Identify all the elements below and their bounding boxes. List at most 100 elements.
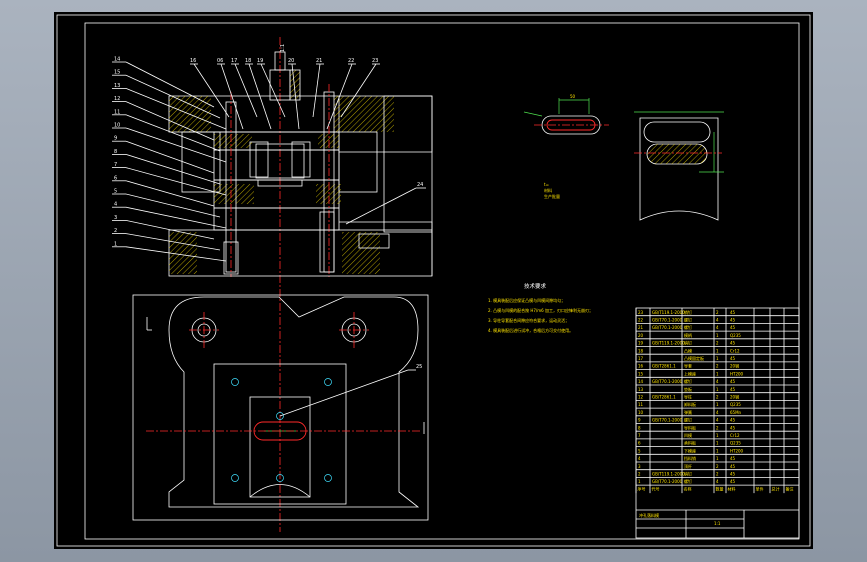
callout-top-label: 18 — [245, 58, 251, 64]
table-cell: GB/T119.1-2000 — [652, 472, 685, 477]
table-row: 6 承料板 1 Q235 — [636, 440, 799, 448]
table-cell: 垫板 — [684, 386, 692, 392]
table-header-cell: 材料 — [728, 486, 736, 492]
table-cell: 销钉 — [684, 340, 692, 346]
table-cell: 45 — [730, 379, 736, 384]
part-note-1: t= — [544, 182, 549, 187]
table-cell: 3 — [638, 464, 641, 469]
table-cell: 9 — [638, 418, 641, 423]
callout-left-label: 2 — [114, 228, 117, 234]
table-cell: GB/T70.1-2000 — [652, 418, 683, 423]
table-cell: 45 — [730, 356, 736, 361]
shank-callout: 1:1 — [280, 44, 286, 52]
callout-top-18: 18 — [245, 58, 272, 130]
table-cell: 6 — [638, 441, 641, 446]
table-cell: 17 — [638, 356, 644, 361]
section-view — [168, 37, 433, 532]
table-cell: 上模座 — [684, 370, 696, 376]
table-cell: 45 — [730, 464, 736, 469]
callout-left-label: 4 — [114, 202, 117, 208]
technical-notes: 技术要求 1. 模具装配后应保证凸模与凹模间隙均匀； 2. 凸模与凹模的配合按 … — [488, 282, 593, 333]
table-cell: 18 — [638, 348, 644, 353]
title-block: 冲孔落料模 1:1 — [636, 509, 799, 538]
table-cell: 1 — [638, 479, 641, 484]
table-cell: 1 — [716, 387, 719, 392]
table-cell: 45 — [730, 425, 736, 430]
callout-top-label: 22 — [348, 58, 354, 64]
callout-left-4: 4 — [112, 202, 227, 229]
table-cell: 1 — [716, 456, 719, 461]
table-header-cell: 代号 — [652, 486, 660, 492]
table-cell: 导柱 — [684, 394, 692, 400]
dim-label: 50 — [570, 94, 576, 99]
table-cell: 45 — [730, 418, 736, 423]
callout-left-9: 9 — [112, 136, 215, 174]
callout-left-label: 8 — [114, 149, 117, 155]
table-cell: 销钉 — [684, 309, 692, 315]
callout-left-label: 1 — [114, 241, 117, 247]
table-cell: 螺钉 — [684, 324, 692, 330]
table-row: 15 上模座 1 HT200 — [636, 370, 799, 378]
table-cell: HT200 — [730, 371, 744, 376]
note-line-3: 3. 导柱导套配合间隙应符合要求，运动灵活； — [488, 317, 569, 323]
table-cell: GB/T2861.1 — [652, 395, 676, 400]
table-cell: 19 — [638, 341, 644, 346]
table-row: 1 GB/T70.1-2000 螺钉 4 45 — [636, 478, 799, 486]
table-cell: 15 — [638, 371, 644, 376]
table-cell: 10 — [638, 410, 644, 415]
table-cell: 45 — [730, 325, 736, 330]
callout-top-label: 16 — [190, 58, 196, 64]
callout-left-label: 10 — [114, 123, 120, 129]
table-cell: 23 — [638, 310, 644, 315]
callout-top-label: 19 — [257, 58, 263, 64]
part-note-2: 材料 — [544, 187, 552, 193]
table-cell: 2 — [716, 395, 719, 400]
table-cell: 挡料销 — [684, 455, 696, 461]
callout-top-06: 06 — [217, 58, 244, 130]
callout-left-6: 6 — [112, 175, 215, 207]
formed-part-view — [634, 111, 724, 221]
table-cell: 14 — [638, 379, 644, 384]
callout-top-label: 17 — [231, 58, 237, 64]
callout-left-14: 14 — [112, 57, 215, 108]
table-cell: 5 — [638, 448, 641, 453]
table-cell: 1 — [716, 448, 719, 453]
table-cell: 弹簧 — [684, 409, 692, 415]
note-line-4: 4. 模具装配后进行试冲，合格后方可交付使用。 — [488, 327, 573, 333]
table-cell: 2 — [716, 310, 719, 315]
cad-drawing: 141513121110987654321 16 06 17 18 19 20 21 22 23… — [56, 14, 811, 547]
table-cell: 1 — [716, 402, 719, 407]
callout-24: 24 — [345, 182, 426, 225]
table-cell: 20 — [638, 333, 644, 338]
part-notes: t= 材料 生产批量 — [544, 182, 560, 199]
table-cell: Cr12 — [730, 433, 740, 438]
table-cell: 13 — [638, 387, 644, 392]
callout-top-label: 23 — [372, 58, 378, 64]
table-cell: 21 — [638, 325, 644, 330]
title-block-scale: 1:1 — [714, 521, 721, 526]
table-row: 9 GB/T70.1-2000 螺钉 4 45 — [636, 417, 799, 424]
table-cell: 1 — [716, 433, 719, 438]
table-row: 17 凸模固定板 1 45 — [636, 355, 799, 363]
parts-table: 23 GB/T119.1-2000 销钉 2 4522 GB/T70.1-2000 螺钉 4 4… — [635, 307, 800, 539]
table-cell: GB/T119.1-2000 — [652, 341, 685, 346]
table-cell: Q235 — [730, 333, 741, 338]
callout-left-15: 15 — [112, 70, 221, 119]
table-cell: 凸模 — [684, 347, 692, 353]
table-cell: 卸料板 — [684, 401, 696, 407]
cad-viewport[interactable]: 14 15 13 12 11 10 9 8 7 6 5 4 3 2 1 16 06 17 18 19 20 21 22 23… — [54, 12, 813, 549]
table-cell: 螺钉 — [684, 417, 692, 423]
table-cell: 导料板 — [684, 424, 696, 430]
table-cell: 4 — [716, 318, 719, 323]
table-cell: 4 — [716, 379, 719, 384]
table-cell: Q235 — [730, 441, 741, 446]
table-cell: 1 — [716, 333, 719, 338]
table-row: 23 GB/T119.1-2000 销钉 2 45 — [636, 309, 799, 317]
table-cell: 20钢 — [730, 363, 739, 369]
table-cell: 45 — [730, 318, 736, 323]
table-cell: 45 — [730, 472, 736, 477]
callout-left-label: 3 — [114, 215, 117, 221]
table-row: 11 卸料板 1 Q235 — [636, 401, 799, 409]
table-row: 7 凹模 1 Cr12 — [636, 432, 799, 440]
table-cell: HT200 — [730, 448, 744, 453]
